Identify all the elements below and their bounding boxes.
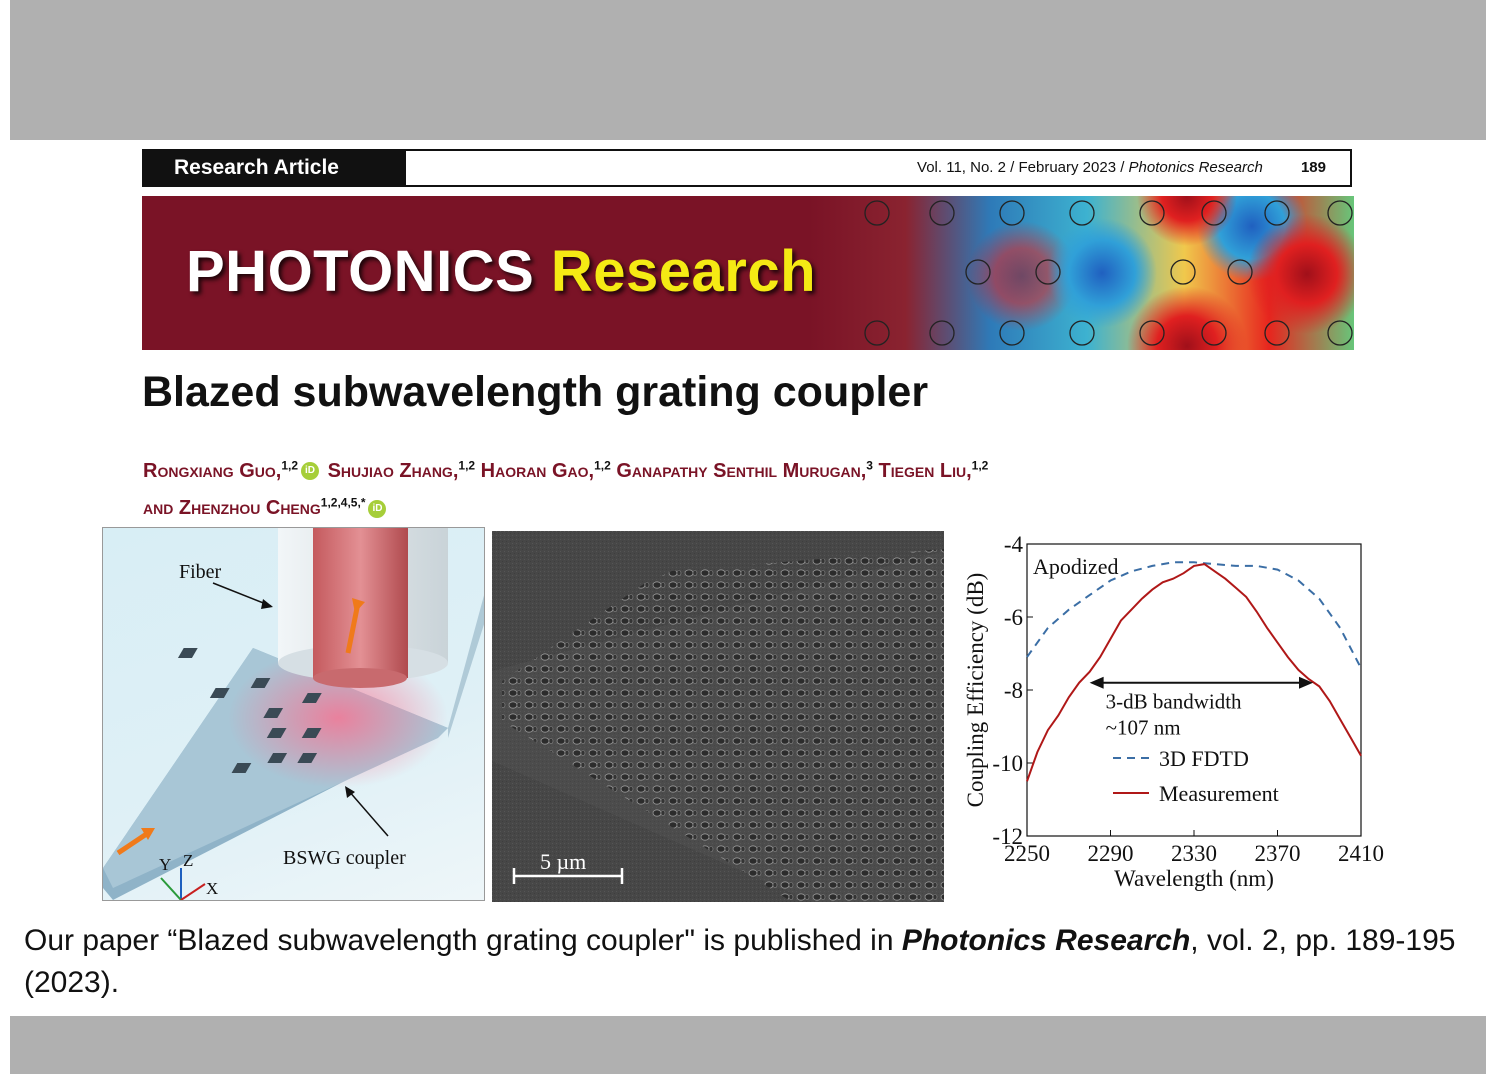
bottom-gray-band	[10, 1016, 1486, 1074]
top-gray-band	[10, 0, 1486, 140]
axis-label-z: Z	[183, 851, 193, 870]
legend-label: 3D FDTD	[1159, 746, 1249, 771]
y-tick-label: -12	[992, 824, 1023, 849]
caption-prefix: Our paper “Blazed subwavelength grating …	[24, 924, 902, 957]
page-number: 189	[1300, 159, 1326, 176]
scale-bar-label: 5 µm	[540, 849, 586, 874]
coupling-efficiency-chart: 2250 2290 2330 2370 2410 -4 -6 -8 -10 -12 Apodize…	[955, 528, 1385, 904]
author: and Zhenzhou Cheng1,2,4,5,* iD	[143, 496, 389, 519]
author: Tiegen Liu,1,2	[878, 458, 989, 482]
volume-issue: Vol. 11, No. 2 / February 2023 /	[917, 159, 1125, 176]
sem-micrograph: 5 µm	[492, 531, 944, 902]
banner-title-white: PHOTONICS	[186, 239, 535, 304]
y-axis-label: Coupling Efficiency (dB)	[963, 573, 988, 808]
label-bswg-coupler: BSWG coupler	[283, 847, 406, 869]
bandwidth-label: 3-dB bandwidth	[1106, 690, 1242, 714]
article-header-bar: Research Article Vol. 11, No. 2 / Februa…	[142, 149, 1352, 187]
author: Haoran Gao,1,2	[480, 458, 611, 482]
x-tick-label: 2410	[1338, 841, 1384, 866]
x-tick-label: 2330	[1171, 841, 1217, 866]
schematic-drawing: Fiber BSWG coupler Y Z X	[103, 528, 484, 900]
x-tick-label: 2370	[1255, 841, 1301, 866]
journal-name: Photonics Research	[1128, 159, 1263, 176]
author: Ganapathy Senthil Murugan,3	[616, 458, 873, 482]
x-axis-label: Wavelength (nm)	[1114, 866, 1274, 891]
schematic-figure: Fiber BSWG coupler Y Z X	[102, 527, 485, 901]
chart-svg: 2250 2290 2330 2370 2410-4-6-8-10-12 Apodize…	[963, 532, 1384, 891]
axis-label-y: Y	[159, 855, 171, 874]
article-meta: Vol. 11, No. 2 / February 2023 / Photoni…	[917, 151, 1326, 185]
banner-title: PHOTONICS Research	[186, 238, 816, 305]
caption: Our paper “Blazed subwavelength grating …	[24, 920, 1484, 1004]
journal-banner: PHOTONICS Research	[142, 196, 1354, 350]
x-tick-label: 2290	[1088, 841, 1134, 866]
y-tick-label: -8	[1004, 678, 1023, 703]
banner-title-yellow: Research	[550, 239, 817, 304]
annotation-apodized: Apodized	[1033, 554, 1119, 579]
paper-title: Blazed subwavelength grating coupler	[142, 368, 929, 416]
orcid-icon[interactable]: iD	[301, 462, 320, 481]
author: Shujiao Zhang,1,2	[327, 458, 476, 482]
sem-image: 5 µm	[492, 531, 944, 902]
author: Rongxiang Guo,1,2 iD	[143, 458, 322, 482]
caption-journal: Photonics Research	[901, 924, 1191, 957]
y-tick-label: -10	[992, 751, 1023, 776]
axis-label-x: X	[206, 879, 218, 898]
chart-legend: 3D FDTD Measurement	[1113, 746, 1279, 806]
author-list: Rongxiang Guo,1,2 iD Shujiao Zhang,1,2 Ha…	[143, 449, 1358, 524]
bandwidth-arrow-right	[1298, 676, 1313, 689]
y-tick-label: -4	[1004, 532, 1024, 557]
orcid-icon[interactable]: iD	[368, 500, 387, 519]
article-type-label: Research Article	[144, 151, 406, 185]
bandwidth-arrow-left	[1089, 676, 1104, 689]
label-fiber: Fiber	[179, 561, 222, 583]
bandwidth-value: ~107 nm	[1106, 716, 1181, 740]
legend-label: Measurement	[1159, 781, 1279, 806]
bandwidth-marker	[1089, 676, 1313, 689]
y-tick-label: -6	[1004, 605, 1023, 630]
